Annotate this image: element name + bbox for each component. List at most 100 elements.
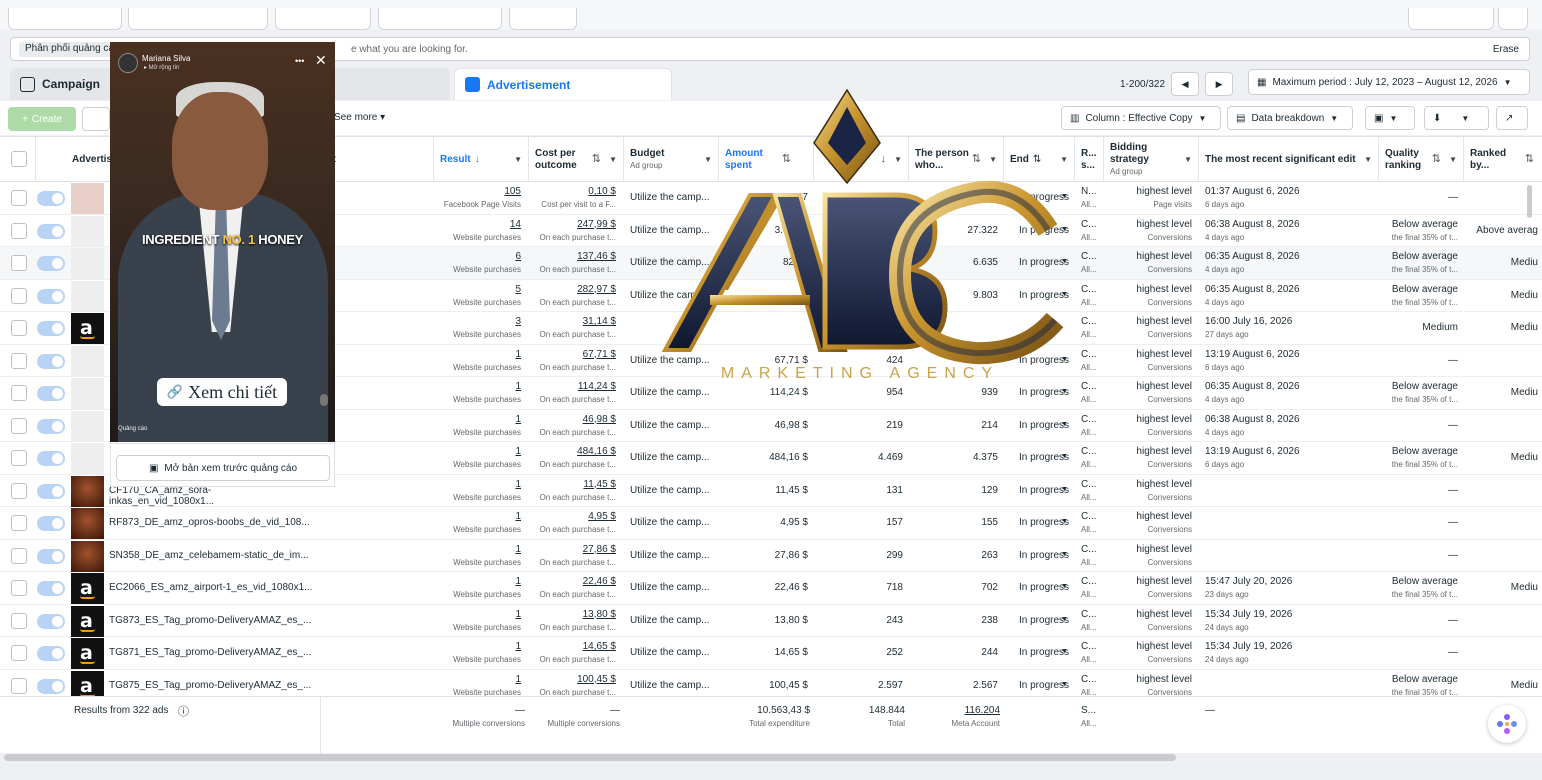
column-selector[interactable]: ▥ Column : Effective Copy ▼ xyxy=(1061,106,1221,130)
row-checkbox[interactable] xyxy=(11,645,27,661)
row-toggle[interactable] xyxy=(37,548,65,564)
end-dropdown-icon[interactable]: ▼ xyxy=(1061,551,1068,558)
row-toggle[interactable] xyxy=(37,386,65,401)
cell-result[interactable]: 1 xyxy=(434,544,521,555)
header-bidding[interactable]: Bidding strategy Ad group ▼ xyxy=(1104,137,1199,182)
header-reach[interactable]: R... s... xyxy=(1075,137,1104,182)
row-toggle[interactable] xyxy=(37,353,65,369)
ad-name[interactable]: SN358_DE_amz_celebamem-static_de_im... xyxy=(109,550,314,561)
see-more-button[interactable]: See more ▾ xyxy=(334,112,385,123)
ad-name[interactable]: TG871_ES_Tag_promo-DeliveryAMAZ_es_... xyxy=(109,647,314,658)
erase-button[interactable]: Erase xyxy=(1493,44,1519,55)
row-toggle[interactable] xyxy=(37,321,65,336)
row-checkbox[interactable] xyxy=(11,222,27,239)
table-row[interactable]: a TG873_ES_Tag_promo-DeliveryAMAZ_es_... 1… xyxy=(0,605,1542,637)
top-chip[interactable] xyxy=(8,8,122,30)
header-result[interactable]: Result ↓ ▼ xyxy=(434,137,529,182)
table-row[interactable]: RF873_DE_amz_opros-boobs_de_vid_108... 1 W… xyxy=(0,507,1542,540)
ad-name[interactable]: TG873_ES_Tag_promo-DeliveryAMAZ_es_... xyxy=(109,615,314,626)
end-dropdown-icon[interactable]: ▼ xyxy=(1061,453,1068,460)
cell-result[interactable]: 5 xyxy=(434,284,521,295)
row-checkbox[interactable] xyxy=(11,612,27,629)
cell-cost[interactable]: 46,98 $ xyxy=(529,414,616,425)
header-product[interactable]: ct xyxy=(321,137,434,182)
cell-result[interactable]: 14 xyxy=(434,219,521,230)
cell-result[interactable]: 1 xyxy=(434,511,521,522)
row-checkbox[interactable] xyxy=(11,450,27,466)
create-button[interactable]: + Create xyxy=(8,107,76,131)
end-dropdown-icon[interactable]: ▼ xyxy=(1061,518,1068,525)
horizontal-scrollbar[interactable] xyxy=(4,754,1176,761)
cell-result[interactable]: 6 xyxy=(434,251,521,262)
reports-button[interactable]: ▣ ▼ xyxy=(1365,106,1415,130)
ad-name[interactable]: TG875_ES_Tag_promo-DeliveryAMAZ_es_... xyxy=(109,680,314,691)
top-chip[interactable] xyxy=(1408,8,1494,30)
top-chip[interactable] xyxy=(128,8,268,30)
cell-result[interactable]: 1 xyxy=(434,381,521,392)
row-checkbox[interactable] xyxy=(11,417,27,434)
duplicate-button[interactable] xyxy=(82,107,110,131)
row-toggle[interactable] xyxy=(37,613,65,629)
cell-result[interactable]: 1 xyxy=(434,576,521,587)
prev-page-button[interactable]: ◀ xyxy=(1171,72,1200,96)
end-dropdown-icon[interactable]: ▼ xyxy=(1061,388,1068,395)
cell-result[interactable]: 1 xyxy=(434,349,521,360)
cell-result[interactable]: 1 xyxy=(434,609,521,620)
row-toggle[interactable] xyxy=(37,516,65,531)
cell-cost[interactable]: 27,86 $ xyxy=(529,544,616,555)
row-checkbox[interactable] xyxy=(11,320,27,336)
cell-cost[interactable]: 4,95 $ xyxy=(529,511,616,522)
row-toggle[interactable] xyxy=(37,288,65,304)
header-ranked[interactable]: Ranked by... ⇅ xyxy=(1464,137,1542,182)
row-checkbox[interactable] xyxy=(11,385,27,401)
close-icon[interactable]: ✕ xyxy=(315,52,327,69)
cell-cost[interactable]: 13,80 $ xyxy=(529,609,616,620)
cell-cost[interactable]: 100,45 $ xyxy=(529,674,616,685)
cell-cost[interactable]: 22,46 $ xyxy=(529,576,616,587)
cell-result[interactable]: 1 xyxy=(434,414,521,425)
open-preview-button[interactable]: ▣ Mở bản xem trước quảng cáo xyxy=(116,455,330,481)
table-row[interactable]: a TG871_ES_Tag_promo-DeliveryAMAZ_es_... 1… xyxy=(0,637,1542,670)
row-checkbox[interactable] xyxy=(11,580,27,596)
table-row[interactable]: a EC2066_ES_amz_airport-1_es_vid_1080x1..… xyxy=(0,572,1542,605)
row-checkbox[interactable] xyxy=(11,352,27,369)
top-chip[interactable] xyxy=(275,8,371,30)
row-checkbox[interactable] xyxy=(11,255,27,271)
row-toggle[interactable] xyxy=(37,191,65,206)
cell-cost[interactable]: 484,16 $ xyxy=(529,446,616,457)
end-dropdown-icon[interactable]: ▼ xyxy=(1061,486,1068,493)
cell-cost[interactable]: 11,45 $ xyxy=(529,479,616,490)
export-button[interactable]: ⬇ ▼ xyxy=(1424,106,1489,130)
end-dropdown-icon[interactable]: ▼ xyxy=(1061,681,1068,688)
row-toggle[interactable] xyxy=(37,256,65,271)
end-dropdown-icon[interactable]: ▼ xyxy=(1061,583,1068,590)
search-placeholder[interactable]: e what you are looking for. xyxy=(351,44,468,55)
row-checkbox[interactable] xyxy=(11,515,27,531)
cell-result[interactable]: 1 xyxy=(434,674,521,685)
row-toggle[interactable] xyxy=(37,483,65,499)
end-dropdown-icon[interactable]: ▼ xyxy=(1061,616,1068,623)
row-checkbox[interactable] xyxy=(11,287,27,304)
vertical-scrollbar[interactable] xyxy=(1527,185,1532,218)
row-checkbox[interactable] xyxy=(11,482,27,499)
table-row[interactable]: SN358_DE_amz_celebamem-static_de_im... 1 W… xyxy=(0,540,1542,572)
top-chip[interactable] xyxy=(378,8,502,30)
row-checkbox[interactable] xyxy=(11,190,27,206)
header-quality[interactable]: Quality ranking ⇅ ▼ xyxy=(1379,137,1464,182)
date-range-picker[interactable]: ▦ Maximum period : July 12, 2023 – Augus… xyxy=(1248,69,1530,95)
ad-preview-video[interactable]: Mariana Silva ▸ Mở rộng tin ••• ✕ INGRED… xyxy=(110,42,335,442)
data-breakdown-button[interactable]: ▤ Data breakdown ▼ xyxy=(1227,106,1353,130)
header-recent-edit[interactable]: The most recent significant edit ▼ xyxy=(1199,137,1379,182)
info-icon[interactable]: ⓘ xyxy=(178,703,189,719)
ad-name[interactable]: CF170_CA_amz_sora-inkas_en_vid_1080x1... xyxy=(109,485,314,507)
top-chip[interactable] xyxy=(1498,8,1528,30)
row-toggle[interactable] xyxy=(37,581,65,596)
cell-result[interactable]: 1 xyxy=(434,479,521,490)
row-toggle[interactable] xyxy=(37,418,65,434)
row-checkbox[interactable] xyxy=(11,677,27,694)
select-all-checkbox[interactable] xyxy=(11,151,27,167)
top-chip[interactable] xyxy=(509,8,577,30)
row-toggle[interactable] xyxy=(37,678,65,694)
filter-chip[interactable]: Phân phối quảng cá xyxy=(19,42,120,57)
row-toggle[interactable] xyxy=(37,223,65,239)
